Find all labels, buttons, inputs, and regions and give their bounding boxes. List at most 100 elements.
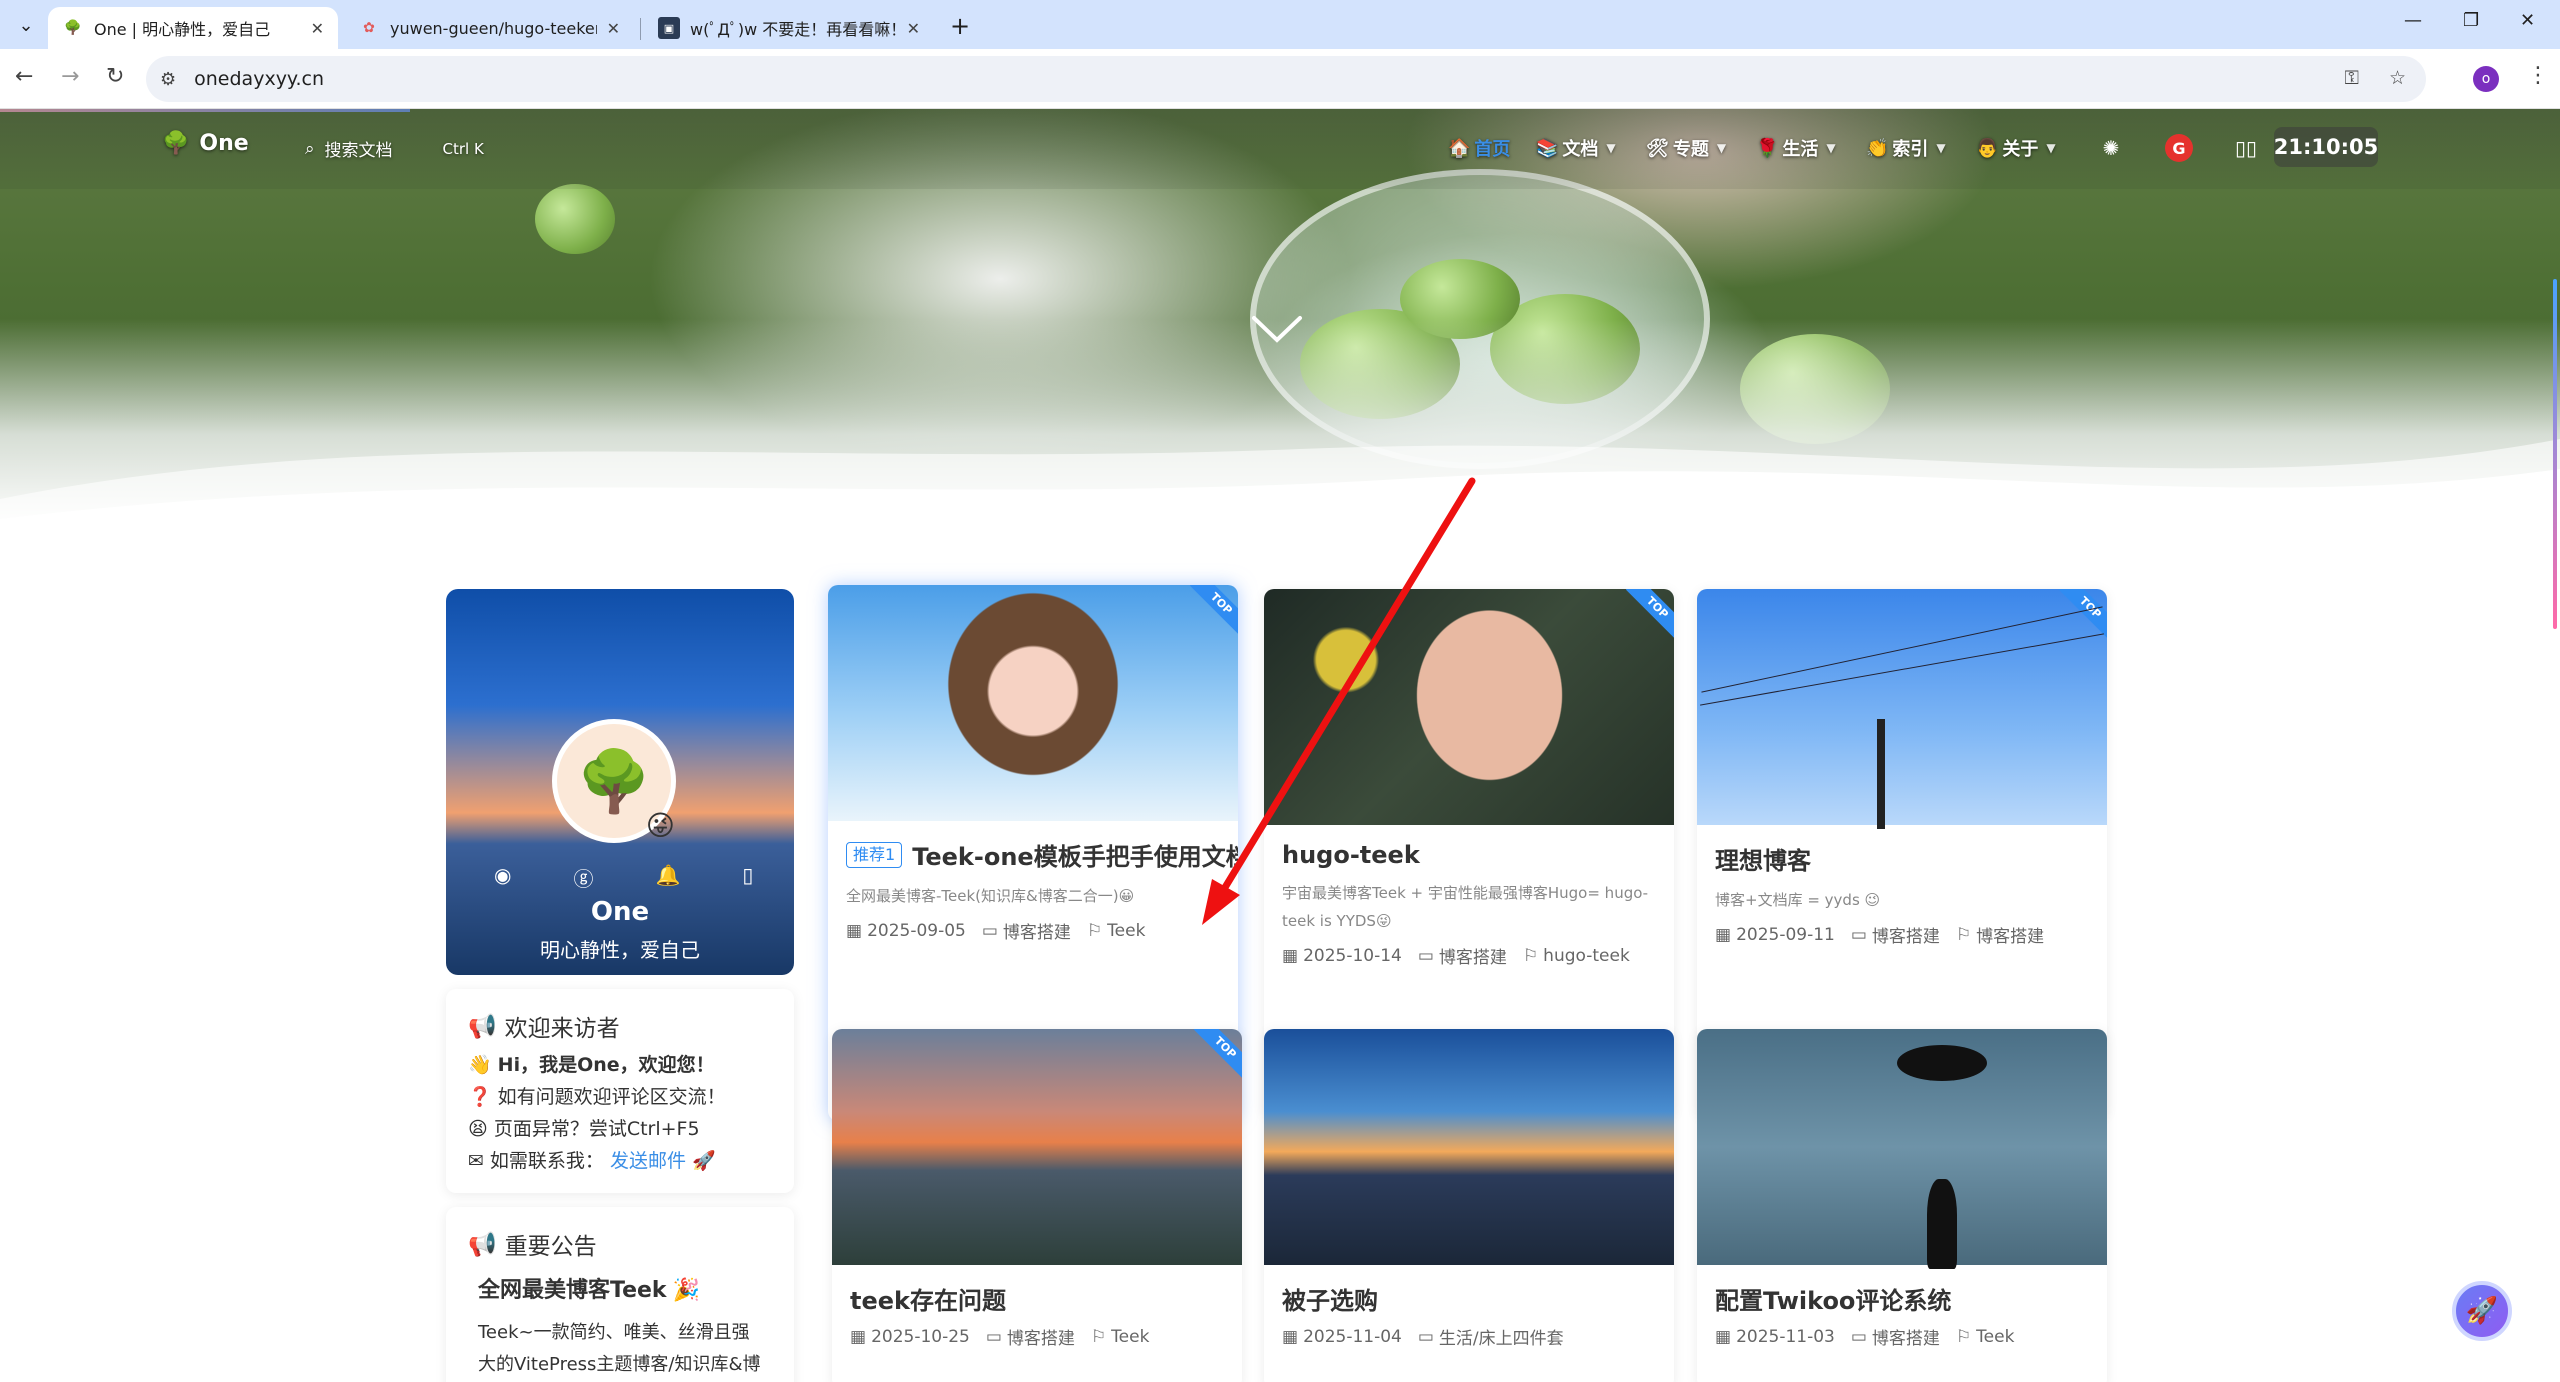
wave-hand-icon: 👋 <box>468 1054 492 1076</box>
reload-icon[interactable]: ↻ <box>106 64 124 89</box>
post-card[interactable]: 被子选购 ▦ 2025-11-04 ▭ 生活/床上四件套 <box>1264 1029 1674 1382</box>
site-logo[interactable]: 🌳 One <box>162 131 249 156</box>
post-card[interactable]: 配置Twikoo评论系统 ▦ 2025-11-03 ▭ 博客搭建 ⚐ Teek <box>1697 1029 2107 1382</box>
post-title[interactable]: 推荐1 Teek-one模板手把手使用文档 <box>846 837 1238 872</box>
post-category[interactable]: ▭ 博客搭建 <box>986 1324 1075 1350</box>
post-category[interactable]: ▭ 博客搭建 <box>981 918 1071 944</box>
post-date: ▦ 2025-09-11 <box>1715 925 1835 945</box>
password-key-icon[interactable]: ⚿ <box>2344 67 2358 89</box>
post-tag[interactable]: ⚐ hugo-teek <box>1523 946 1630 966</box>
close-icon[interactable]: ✕ <box>607 19 620 38</box>
avatar[interactable]: 🌳 😜 <box>552 719 676 843</box>
calendar-icon: ▦ <box>1715 924 1732 945</box>
qq-icon[interactable]: 🔔 <box>655 863 680 892</box>
scrollbar[interactable] <box>2553 279 2557 629</box>
search-button[interactable]: ⌕ 搜索文档 Ctrl K <box>305 136 484 162</box>
bookmark-icon: ⚐ <box>1955 924 1972 945</box>
nav-item-label: 文档 <box>1562 139 1599 160</box>
gitee-icon[interactable]: G <box>2165 134 2193 162</box>
post-title[interactable]: hugo-teek <box>1282 841 1656 869</box>
post-title[interactable]: teek存在问题 <box>850 1281 1224 1316</box>
date-text: 2025-09-05 <box>867 920 966 941</box>
post-card[interactable]: TOP teek存在问题 ▦ 2025-10-25 ▭ 博客搭建 ⚐ Teek <box>832 1029 1242 1382</box>
profile-motto: 明心静性，爱自己 <box>540 938 700 962</box>
address-bar[interactable]: ⚙ onedayxyy.cn ⚿ ☆ <box>146 56 2426 102</box>
post-cover-image: TOP <box>1697 589 2107 829</box>
top-badge: TOP <box>1193 1029 1242 1080</box>
tab-github[interactable]: ✿ yuwen-gueen/hugo-teeker-t ✕ <box>344 7 634 49</box>
menu-kebab-icon[interactable]: ⋮ <box>2527 63 2549 88</box>
top-badge: TOP <box>1189 585 1238 636</box>
folder-icon: ▭ <box>1417 945 1434 966</box>
tree-avatar-icon: 🌳 <box>576 746 652 817</box>
post-tag[interactable]: ⚐ Teek <box>1956 1327 2015 1347</box>
category-text: 博客搭建 <box>1006 1329 1075 1349</box>
restore-icon[interactable]: ❐ <box>2463 10 2479 31</box>
nav-item-label: 生活 <box>1782 139 1819 160</box>
welcome-line: ✉ 如需联系我： 发送邮件 🚀 <box>468 1145 772 1177</box>
nav-item-about[interactable]: 👨 关于 ▼ <box>1976 135 2056 161</box>
scroll-down-chevron-icon[interactable] <box>1250 314 1304 344</box>
nav-item-index[interactable]: 👏 索引 ▼ <box>1866 135 1946 161</box>
nav-item-life[interactable]: 🌹 生活 ▼ <box>1756 135 1836 161</box>
site-info-icon[interactable]: ⚙ <box>160 69 176 90</box>
tab-title: w(ﾟДﾟ)w 不要走！再看看嘛！ <box>690 20 897 39</box>
post-category[interactable]: ▭ 博客搭建 <box>1851 922 1940 948</box>
nav-item-home[interactable]: 🏠 首页 <box>1448 135 1510 161</box>
post-date: ▦ 2025-09-05 <box>846 921 966 941</box>
post-desc: 全网最美博客-Teek(知识库&博客二合一)😀 <box>846 887 1135 905</box>
post-title[interactable]: 理想博客 <box>1715 841 2089 876</box>
nav-item-docs[interactable]: 📚 文档 ▼ <box>1536 135 1616 161</box>
post-cover-image <box>1264 1029 1674 1265</box>
phone-icon[interactable]: ▯ <box>742 863 753 892</box>
new-tab-icon[interactable]: + <box>950 12 970 40</box>
post-tag[interactable]: ⚐ 博客搭建 <box>1955 922 2044 948</box>
back-to-top-rocket-icon[interactable]: 🚀 <box>2452 1281 2512 1341</box>
post-category[interactable]: ▭ 生活/床上四件套 <box>1418 1324 1564 1350</box>
minimize-icon[interactable]: — <box>2404 10 2422 31</box>
post-category[interactable]: ▭ 博客搭建 <box>1851 1324 1940 1350</box>
post-category[interactable]: ▭ 博客搭建 <box>1417 943 1507 969</box>
tab-third[interactable]: ▣ w(ﾟДﾟ)w 不要走！再看看嘛！ ✕ <box>644 7 934 49</box>
reading-mode-icon[interactable]: ▯▯ <box>2232 134 2260 162</box>
forward-icon[interactable]: → <box>61 64 79 89</box>
post-title[interactable]: 被子选购 <box>1282 1281 1656 1316</box>
post-tag[interactable]: ⚐ Teek <box>1087 921 1146 941</box>
post-tag[interactable]: ⚐ Teek <box>1091 1327 1150 1347</box>
calendar-icon: ▦ <box>850 1326 867 1347</box>
close-window-icon[interactable]: ✕ <box>2520 10 2535 31</box>
apple-image <box>535 184 615 254</box>
megaphone-icon: 📢 <box>468 1231 497 1258</box>
wire-image <box>1700 633 2104 706</box>
chevron-down-icon: ▼ <box>1716 141 1727 155</box>
nav-item-label: 关于 <box>2002 139 2039 160</box>
profile-avatar[interactable]: o <box>2473 66 2499 92</box>
theme-toggle-icon[interactable]: ✺ <box>2097 134 2125 162</box>
post-meta: ▦ 2025-10-14 ▭ 博客搭建 ⚐ hugo-teek <box>1282 943 1656 969</box>
tab-one[interactable]: 🌳 One | 明心静性，爱自己 ✕ <box>48 7 338 49</box>
tab-title: yuwen-gueen/hugo-teeker-t <box>390 18 597 38</box>
post-meta: ▦ 2025-09-05 ▭ 博客搭建 ⚐ Teek <box>846 918 1220 944</box>
github-icon[interactable]: ◉ <box>494 863 511 892</box>
date-text: 2025-11-03 <box>1736 1326 1835 1347</box>
gitee-icon[interactable]: ⓖ <box>573 863 593 892</box>
send-email-link[interactable]: 发送邮件 <box>610 1145 686 1177</box>
close-icon[interactable]: ✕ <box>907 19 920 38</box>
date-text: 2025-09-11 <box>1736 924 1835 945</box>
power-pole-image <box>1877 719 1885 829</box>
tab-search-button[interactable]: ⌄ <box>10 10 42 40</box>
search-shortcut: Ctrl K <box>442 139 484 158</box>
notice-body: Teek~一款简约、唯美、丝滑且强 <box>478 1322 750 1343</box>
post-title[interactable]: 配置Twikoo评论系统 <box>1715 1281 2089 1316</box>
envelope-icon: ✉ <box>468 1150 484 1172</box>
bookmark-star-icon[interactable]: ☆ <box>2389 67 2406 89</box>
nav-item-label: 索引 <box>1892 139 1929 160</box>
tab-title: One | 明心静性，爱自己 <box>94 20 271 39</box>
back-icon[interactable]: ← <box>15 64 33 89</box>
nav-item-topics[interactable]: 🛠 专题 ▼ <box>1646 135 1726 161</box>
welcome-line: 😫 页面异常？尝试Ctrl+F5 <box>468 1113 772 1145</box>
chevron-down-icon: ▼ <box>1826 141 1836 155</box>
post-meta: ▦ 2025-09-11 ▭ 博客搭建 ⚐ 博客搭建 <box>1715 922 2089 948</box>
close-icon[interactable]: ✕ <box>311 19 324 38</box>
folder-icon: ▭ <box>981 920 998 941</box>
